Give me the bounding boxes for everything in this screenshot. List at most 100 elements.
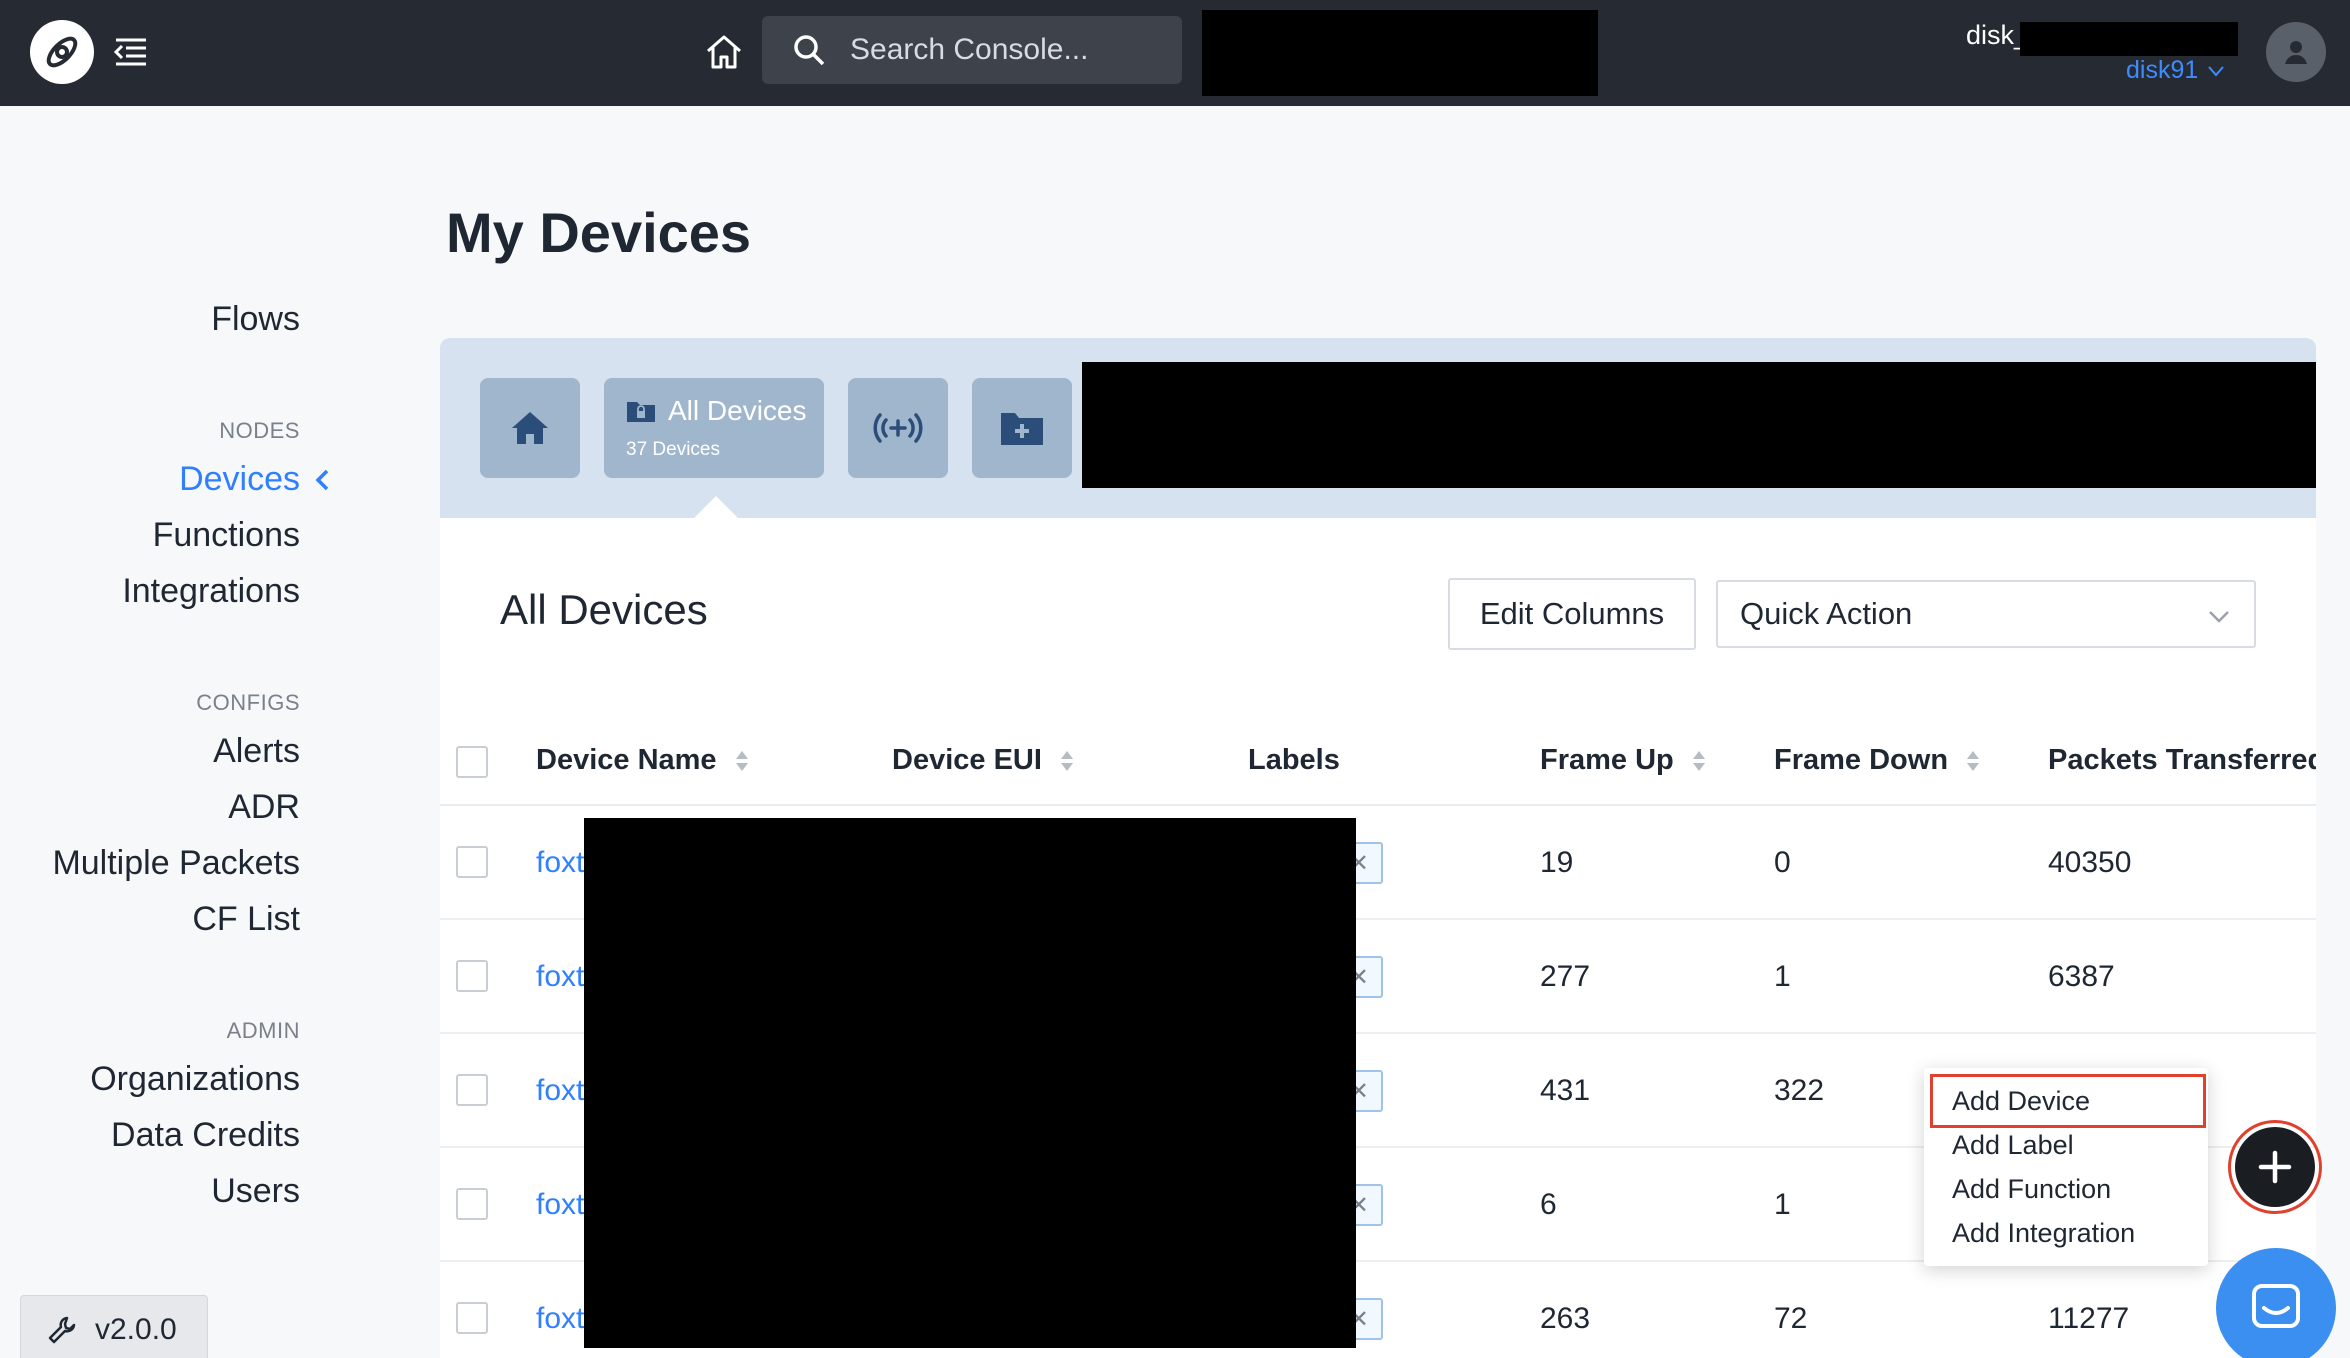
sidebar-header-configs: CONFIGS — [196, 690, 300, 715]
version-badge[interactable]: v2.0.0 — [20, 1295, 208, 1358]
sort-icon — [1967, 750, 1980, 771]
sort-icon — [1692, 750, 1705, 771]
menu-item-add-integration[interactable]: Add Integration — [1952, 1218, 2135, 1249]
edit-columns-button[interactable]: Edit Columns — [1448, 578, 1696, 650]
all-devices-tile-label: All Devices — [668, 395, 807, 426]
home-tile[interactable] — [480, 378, 580, 478]
page-title: My Devices — [446, 201, 752, 264]
all-devices-tile[interactable]: All Devices 37 Devices — [604, 378, 824, 478]
quick-action-select[interactable]: Quick Action — [1716, 580, 2256, 648]
version-label: v2.0.0 — [95, 1313, 177, 1346]
frame-down-value: 72 — [1774, 1302, 1808, 1335]
redacted-device-data — [584, 818, 1356, 1348]
device-name-link[interactable]: foxt — [536, 1074, 584, 1108]
sidebar-item-users[interactable]: Users — [211, 1172, 300, 1211]
sidebar-item-flows[interactable]: Flows — [211, 300, 300, 339]
select-all-checkbox[interactable] — [456, 746, 488, 778]
highlight-box — [1930, 1074, 2206, 1128]
sidebar-item-adr[interactable]: ADR — [228, 788, 300, 827]
add-button[interactable] — [2235, 1127, 2315, 1207]
frame-down-value: 322 — [1774, 1074, 1825, 1107]
menu-collapse-icon[interactable] — [110, 34, 150, 70]
column-frame-up[interactable]: Frame Up — [1540, 744, 1706, 777]
chevron-left-icon — [315, 469, 329, 490]
radio-tile[interactable] — [848, 378, 948, 478]
frame-up-value: 6 — [1540, 1188, 1557, 1221]
sidebar-item-data-credits[interactable]: Data Credits — [111, 1116, 300, 1155]
redacted-area — [1202, 10, 1598, 96]
add-folder-tile[interactable] — [972, 378, 1072, 478]
chat-launcher[interactable] — [2216, 1248, 2336, 1358]
search-input[interactable]: Search Console... — [762, 16, 1182, 84]
table-header: Device Name Device EUI Labels Frame Up F… — [440, 716, 2316, 806]
column-frame-down[interactable]: Frame Down — [1774, 744, 1980, 777]
sidebar-item-integrations[interactable]: Integrations — [122, 572, 300, 611]
frame-up-value: 19 — [1540, 846, 1574, 879]
device-name-link[interactable]: foxt — [536, 846, 584, 880]
plus-icon — [2258, 1150, 2292, 1184]
column-label: Labels — [1248, 744, 1340, 776]
sidebar-item-multiple-packets[interactable]: Multiple Packets — [52, 844, 300, 883]
search-placeholder: Search Console... — [850, 33, 1089, 66]
row-checkbox[interactable] — [456, 1188, 488, 1220]
menu-item-add-label[interactable]: Add Label — [1952, 1130, 2074, 1161]
sidebar-item-label: Devices — [179, 460, 300, 498]
sort-icon — [735, 750, 748, 771]
sort-icon — [1060, 750, 1073, 771]
redacted-tiles — [1082, 362, 2316, 488]
top-bar: Search Console... disk_ disk91 — [0, 0, 2350, 106]
org-switcher[interactable]: disk91 — [2126, 56, 2225, 85]
packets-value: 40350 — [2048, 846, 2132, 879]
helium-logo-icon[interactable] — [30, 20, 94, 84]
sidebar-item-organizations[interactable]: Organizations — [90, 1060, 300, 1099]
avatar[interactable] — [2266, 22, 2326, 82]
section-title: All Devices — [500, 586, 708, 633]
wrench-icon — [48, 1316, 76, 1344]
sidebar-item-cf-list[interactable]: CF List — [192, 900, 300, 939]
redacted-user — [2020, 22, 2238, 56]
menu-item-add-function[interactable]: Add Function — [1952, 1174, 2111, 1205]
device-name-link[interactable]: foxt — [536, 1302, 584, 1336]
packets-value: 11277 — [2048, 1302, 2130, 1335]
org-name: disk91 — [2126, 56, 2199, 84]
row-checkbox[interactable] — [456, 1302, 488, 1334]
column-label: Packets Transferred — [2048, 744, 2316, 776]
column-device-eui[interactable]: Device EUI — [892, 744, 1074, 777]
frame-down-value: 1 — [1774, 960, 1791, 993]
column-label: Device Name — [536, 744, 717, 776]
column-label: Device EUI — [892, 744, 1042, 776]
chat-icon — [2252, 1284, 2300, 1328]
sidebar-header-nodes: NODES — [219, 418, 300, 443]
search-icon — [794, 35, 825, 66]
frame-up-value: 263 — [1540, 1302, 1591, 1335]
row-checkbox[interactable] — [456, 846, 488, 878]
chevron-down-icon — [2209, 611, 2229, 623]
row-checkbox[interactable] — [456, 960, 488, 992]
sidebar-item-alerts[interactable]: Alerts — [213, 732, 300, 771]
device-tiles-bar: All Devices 37 Devices — [440, 338, 2316, 520]
quick-action-label: Quick Action — [1740, 596, 1913, 631]
all-devices-tile-count: 37 Devices — [626, 439, 720, 460]
frame-down-value: 1 — [1774, 1188, 1791, 1221]
sidebar-header-admin: ADMIN — [226, 1018, 300, 1043]
column-packets-transferred: Packets Transferred — [2048, 744, 2316, 777]
device-name-link[interactable]: foxt — [536, 1188, 584, 1222]
frame-down-value: 0 — [1774, 846, 1791, 879]
column-label: Frame Down — [1774, 744, 1949, 776]
home-icon — [512, 412, 548, 444]
sidebar-item-functions[interactable]: Functions — [153, 516, 300, 555]
column-device-name[interactable]: Device Name — [536, 744, 749, 777]
chevron-down-icon — [2208, 65, 2225, 77]
row-checkbox[interactable] — [456, 1074, 488, 1106]
packets-value: 6387 — [2048, 960, 2115, 993]
sidebar-item-devices[interactable]: Devices — [179, 460, 330, 499]
frame-up-value: 277 — [1540, 960, 1591, 993]
folder-lock-icon — [627, 402, 655, 422]
frame-up-value: 431 — [1540, 1074, 1591, 1107]
folder-plus-icon — [1001, 413, 1043, 445]
device-name-link[interactable]: foxt — [536, 960, 584, 994]
column-label: Frame Up — [1540, 744, 1674, 776]
add-button-ring — [2228, 1120, 2322, 1214]
column-labels: Labels — [1248, 744, 1340, 777]
home-icon[interactable] — [700, 28, 748, 76]
